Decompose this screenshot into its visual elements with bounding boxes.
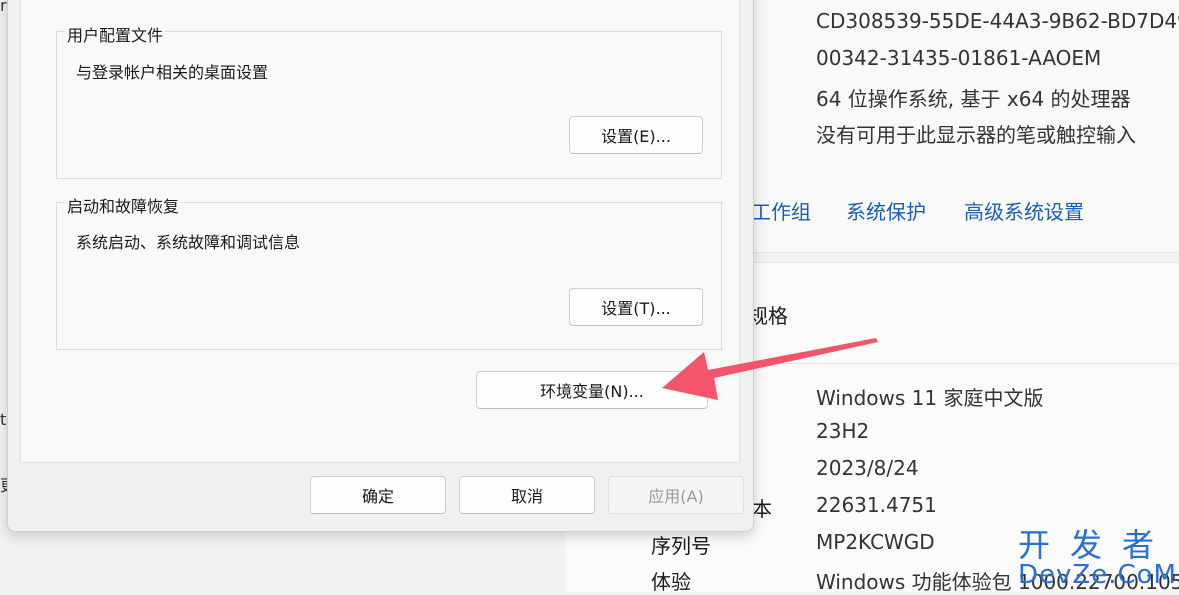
ok-button[interactable]: 确定 <box>310 476 446 514</box>
product-id-value: CD308539-55DE-44A3-9B62-BD7D49AE <box>816 9 1179 33</box>
startup-recovery-title: 启动和故障恢复 <box>65 193 182 217</box>
user-profiles-title: 用户配置文件 <box>65 22 166 46</box>
system-type-value: 64 位操作系统, 基于 x64 的处理器 <box>816 87 1131 111</box>
os-build-value: 22631.4751 <box>816 493 937 517</box>
serial-label: 序列号 <box>651 534 711 558</box>
serial-value: MP2KCWGD <box>816 530 935 554</box>
link-advanced-system-settings[interactable]: 高级系统设置 <box>964 196 1084 225</box>
advanced-tab-page: 用户配置文件 与登录帐户相关的桌面设置 设置(E)... 启动和故障恢复 系统启… <box>20 0 740 463</box>
product-key-value: 00342-31435-01861-AAOEM <box>816 46 1102 70</box>
user-profiles-description: 与登录帐户相关的桌面设置 <box>76 63 269 82</box>
link-system-protection[interactable]: 系统保护 <box>846 196 926 225</box>
pen-touch-value: 没有可用于此显示器的笔或触控输入 <box>816 123 1136 147</box>
edge-text-1: r <box>0 0 7 15</box>
edge-text-2: t <box>0 410 7 429</box>
annotation-arrow-icon <box>662 338 878 400</box>
user-profiles-group: 用户配置文件 与登录帐户相关的桌面设置 设置(E)... <box>56 22 722 179</box>
startup-recovery-settings-button[interactable]: 设置(T)... <box>569 288 703 326</box>
version-value: 23H2 <box>816 419 870 443</box>
windows-spec-heading: 规格 <box>748 304 788 328</box>
install-date-value: 2023/8/24 <box>816 456 919 480</box>
watermark-line2: DevZe.CoM <box>1018 560 1177 590</box>
apply-button[interactable]: 应用(A) <box>608 476 744 514</box>
os-build-label: 本 <box>752 497 772 521</box>
user-profiles-settings-button[interactable]: 设置(E)... <box>569 116 703 154</box>
cancel-button[interactable]: 取消 <box>459 476 595 514</box>
system-properties-dialog: 用户配置文件 与登录帐户相关的桌面设置 设置(E)... 启动和故障恢复 系统启… <box>7 0 754 532</box>
startup-recovery-description: 系统启动、系统故障和调试信息 <box>76 233 301 252</box>
link-workgroup[interactable]: 工作组 <box>751 196 811 225</box>
startup-recovery-group: 启动和故障恢复 系统启动、系统故障和调试信息 设置(T)... <box>56 193 722 350</box>
watermark: 开发者 DevZe.CoM <box>1018 520 1177 590</box>
